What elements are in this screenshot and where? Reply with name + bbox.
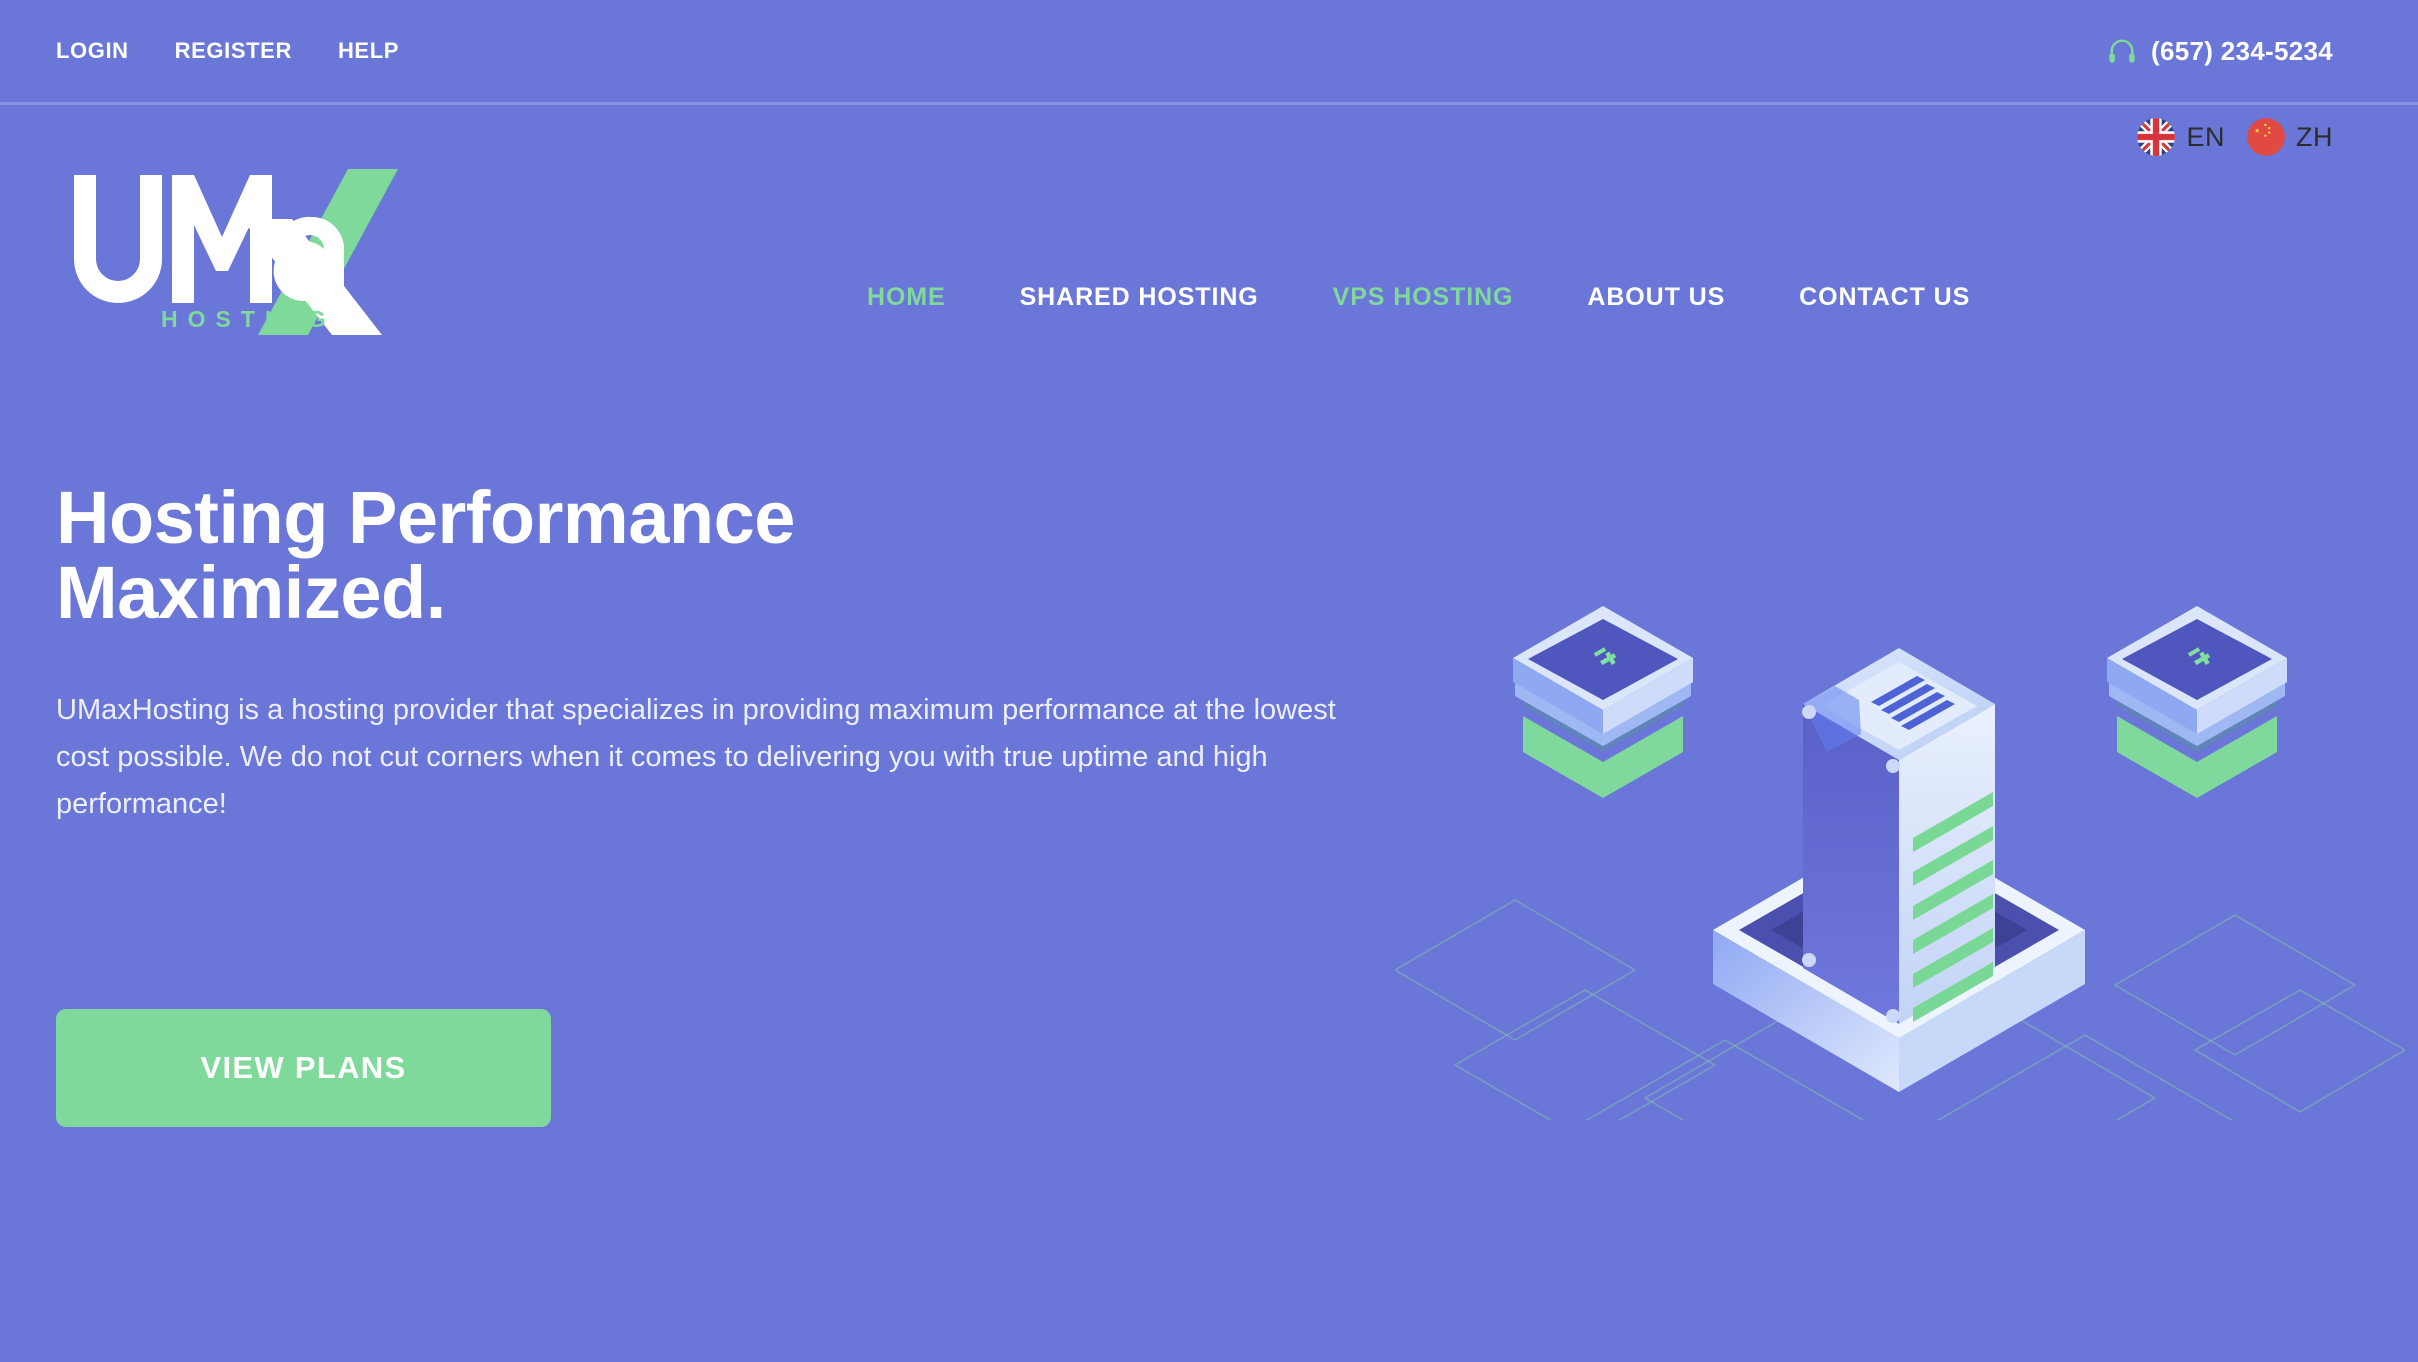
- hero-copy: Hosting Performance Maximized. UMaxHosti…: [56, 480, 1386, 828]
- nav-item-vps-hosting[interactable]: VPS HOSTING: [1296, 283, 1551, 312]
- topbar-link-help[interactable]: HELP: [338, 38, 399, 64]
- left-module: [1513, 606, 1693, 798]
- language-label-zh: ZH: [2296, 121, 2333, 152]
- hero-title-line-2: Maximized.: [56, 551, 446, 635]
- nav-item-about-us[interactable]: ABOUT US: [1550, 283, 1762, 312]
- uk-flag-icon: [2137, 118, 2176, 156]
- top-utility-links: LOGIN REGISTER HELP: [56, 38, 399, 64]
- language-label-en: EN: [2186, 121, 2225, 152]
- language-option-zh[interactable]: ZH: [2247, 118, 2333, 156]
- right-module: [2107, 606, 2287, 798]
- phone-number-text: (657) 234-5234: [2151, 35, 2333, 66]
- site-logo[interactable]: HOSTING: [56, 155, 486, 335]
- topbar-link-register[interactable]: REGISTER: [175, 38, 292, 64]
- nav-item-home[interactable]: HOME: [830, 283, 983, 312]
- svg-text:HOSTING: HOSTING: [161, 306, 336, 332]
- main-navigation: HOME SHARED HOSTING VPS HOSTING ABOUT US…: [830, 283, 2007, 312]
- hero-title: Hosting Performance Maximized.: [56, 480, 1386, 631]
- topbar-link-login[interactable]: LOGIN: [56, 38, 129, 64]
- headset-icon: [2107, 36, 2137, 66]
- hero-title-line-1: Hosting Performance: [56, 476, 795, 559]
- nav-item-contact-us[interactable]: CONTACT US: [1762, 283, 2007, 312]
- language-option-en[interactable]: EN: [2137, 118, 2225, 156]
- language-switcher: EN ZH: [2137, 118, 2333, 156]
- top-utility-bar: LOGIN REGISTER HELP (657) 234-5234: [0, 0, 2418, 105]
- china-flag-icon: [2247, 118, 2285, 156]
- view-plans-button[interactable]: VIEW PLANS: [56, 1009, 551, 1127]
- hero-description: UMaxHosting is a hosting provider that s…: [56, 693, 1336, 820]
- support-phone[interactable]: (657) 234-5234: [2107, 36, 2333, 67]
- site-header: HOSTING HOME SHARED HOSTING VPS HOSTING …: [0, 105, 2418, 335]
- isometric-server-rack-illustration: [1395, 520, 2405, 1120]
- landing-page: LOGIN REGISTER HELP (657) 234-5234 EN ZH…: [0, 0, 2418, 1362]
- nav-item-shared-hosting[interactable]: SHARED HOSTING: [983, 283, 1296, 312]
